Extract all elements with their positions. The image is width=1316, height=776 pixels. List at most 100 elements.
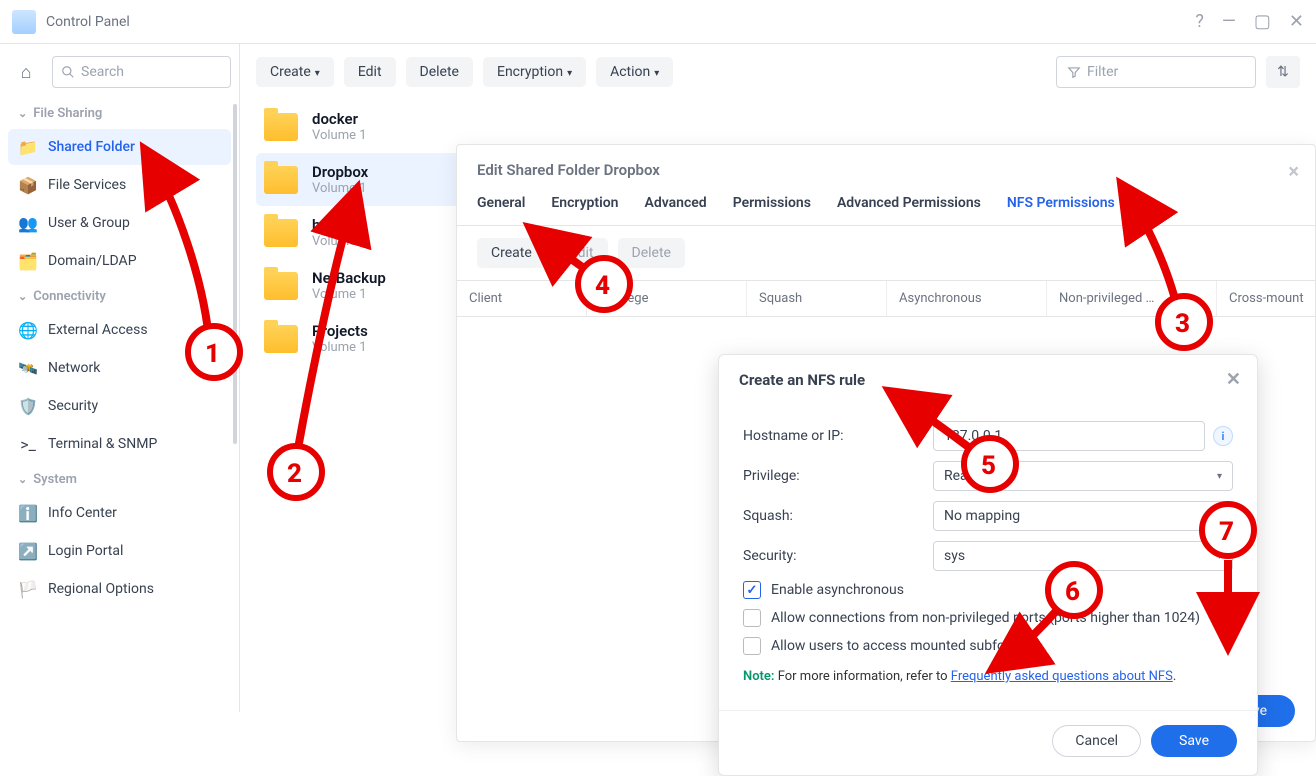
sidebar-item-network[interactable]: 🛰️ Network (8, 350, 231, 386)
nav-label: External Access (48, 322, 148, 338)
close-icon[interactable]: ✕ (1226, 369, 1241, 390)
nfs-edit-button[interactable]: Edit (556, 238, 608, 268)
main-area: Create▾ Edit Delete Encryption▾ Action▾ … (240, 44, 1316, 712)
home-icon[interactable]: ⌂ (8, 54, 44, 90)
sidebar-item-file-services[interactable]: 📦 File Services (8, 167, 231, 203)
nav-icon: 🌐 (18, 320, 38, 340)
nav-label: File Services (48, 177, 126, 193)
folder-volume: Volume 1 (312, 234, 367, 249)
filter-placeholder: Filter (1087, 64, 1118, 80)
security-select[interactable]: sys▾ (933, 541, 1233, 571)
sidebar-item-shared-folder[interactable]: 📁Shared Folder (8, 129, 231, 165)
security-label: Security: (743, 548, 933, 564)
hostname-input[interactable] (933, 421, 1205, 451)
column-header[interactable]: Cross-mount (1217, 281, 1316, 316)
encryption-button[interactable]: Encryption▾ (483, 57, 586, 87)
search-icon (61, 65, 75, 79)
mounted-label: Allow users to access mounted subfolders (771, 638, 1036, 654)
squash-label: Squash: (743, 508, 933, 524)
section-header[interactable]: ⌄Connectivity (8, 281, 231, 310)
column-header[interactable]: Client (457, 281, 587, 316)
folder-volume: Volume 1 (312, 340, 368, 355)
action-button[interactable]: Action▾ (596, 57, 673, 87)
mounted-checkbox[interactable] (743, 637, 761, 655)
edit-button[interactable]: Edit (344, 57, 396, 87)
note: Note: For more information, refer to Fre… (743, 669, 1233, 684)
nav-icon: 📁 (18, 137, 38, 157)
window-title: Control Panel (46, 14, 130, 30)
sidebar: ⌂ Search ⌄File Sharing📁Shared Folder 📦 Fil… (0, 44, 240, 712)
sidebar-item-login-portal[interactable]: ↗️Login Portal (8, 533, 231, 569)
folder-icon (264, 113, 298, 141)
maximize-icon[interactable]: ▢ (1254, 11, 1271, 32)
column-header[interactable]: Squash (747, 281, 887, 316)
nav-icon: 👥 (18, 213, 38, 233)
toolbar: Create▾ Edit Delete Encryption▾ Action▾ … (256, 56, 1300, 88)
nav-label: User & Group (48, 215, 130, 231)
nav-icon: >_ (18, 434, 38, 454)
nonpriv-checkbox[interactable] (743, 609, 761, 627)
modal-save-button[interactable]: Save (1151, 725, 1237, 757)
folder-name: homes (312, 216, 367, 234)
squash-select[interactable]: No mapping▾ (933, 501, 1233, 531)
nav-icon: 🗂️ (18, 251, 38, 271)
sort-button[interactable]: ⇅ (1266, 56, 1300, 88)
sidebar-item-regional-options[interactable]: 🏳️Regional Options (8, 571, 231, 607)
privilege-label: Privilege: (743, 468, 933, 484)
hostname-label: Hostname or IP: (743, 428, 933, 444)
tab-general[interactable]: General (477, 195, 525, 213)
async-checkbox[interactable]: ✓ (743, 581, 761, 599)
modal-cancel-button[interactable]: Cancel (1052, 725, 1141, 757)
folder-name: Projects (312, 322, 368, 340)
create-button[interactable]: Create▾ (256, 57, 334, 87)
section-header[interactable]: ⌄System (8, 464, 231, 493)
sidebar-item-info-center[interactable]: ℹ️Info Center (8, 495, 231, 531)
filter-input[interactable]: Filter (1056, 56, 1256, 88)
faq-link[interactable]: Frequently asked questions about NFS (951, 669, 1173, 684)
nav-icon: 📦 (18, 175, 38, 195)
info-icon[interactable]: i (1213, 426, 1233, 446)
modal-title: Create an NFS rule (739, 371, 865, 389)
nav-label: Login Portal (48, 543, 123, 559)
filter-icon (1067, 65, 1081, 79)
sidebar-item-security[interactable]: 🛡️Security (8, 388, 231, 424)
sidebar-item-terminal-snmp[interactable]: >_Terminal & SNMP (8, 426, 231, 462)
close-icon[interactable]: ✕ (1289, 11, 1304, 32)
sidebar-item-user-group[interactable]: 👥 User & Group (8, 205, 231, 241)
nav-label: Network (48, 360, 100, 376)
folder-icon (264, 272, 298, 300)
tab-encryption[interactable]: Encryption (551, 195, 618, 213)
nav-icon: ℹ️ (18, 503, 38, 523)
section-header[interactable]: ⌄File Sharing (8, 98, 231, 127)
folder-icon (264, 325, 298, 353)
folder-name: NetBackup (312, 269, 386, 287)
folder-icon (264, 166, 298, 194)
nfs-delete-button[interactable]: Delete (618, 238, 685, 268)
scrollbar[interactable] (233, 104, 237, 444)
column-header[interactable]: Non-privileged … (1047, 281, 1217, 316)
sidebar-item-domain-ldap[interactable]: 🗂️Domain/LDAP (8, 243, 231, 279)
folder-name: Dropbox (312, 163, 368, 181)
nonpriv-label: Allow connections from non-privileged po… (771, 610, 1200, 626)
help-icon[interactable]: ? (1195, 11, 1204, 32)
tab-advanced[interactable]: Advanced (644, 195, 706, 213)
folder-icon (264, 219, 298, 247)
tab-permissions[interactable]: Permissions (733, 195, 811, 213)
nav-icon: 🛰️ (18, 358, 38, 378)
close-icon[interactable]: × (1288, 159, 1299, 183)
tab-nfs-permissions[interactable]: NFS Permissions (1007, 195, 1115, 213)
column-header[interactable]: Privilege (587, 281, 747, 316)
search-input[interactable]: Search (52, 56, 231, 88)
nfs-create-button[interactable]: Create (477, 238, 546, 268)
privilege-select[interactable]: Read/Write▾ (933, 461, 1233, 491)
nav-label: Security (48, 398, 98, 414)
minimize-icon[interactable]: — (1222, 11, 1236, 32)
search-placeholder: Search (81, 64, 124, 80)
sidebar-item-external-access[interactable]: 🌐 External Access (8, 312, 231, 348)
tab-advanced-permissions[interactable]: Advanced Permissions (837, 195, 981, 213)
table-header: ClientPrivilegeSquashAsynchronousNon-pri… (457, 280, 1315, 317)
delete-button[interactable]: Delete (406, 57, 473, 87)
column-header[interactable]: Asynchronous (887, 281, 1047, 316)
app-icon (12, 10, 36, 34)
folder-volume: Volume 1 (312, 287, 386, 302)
